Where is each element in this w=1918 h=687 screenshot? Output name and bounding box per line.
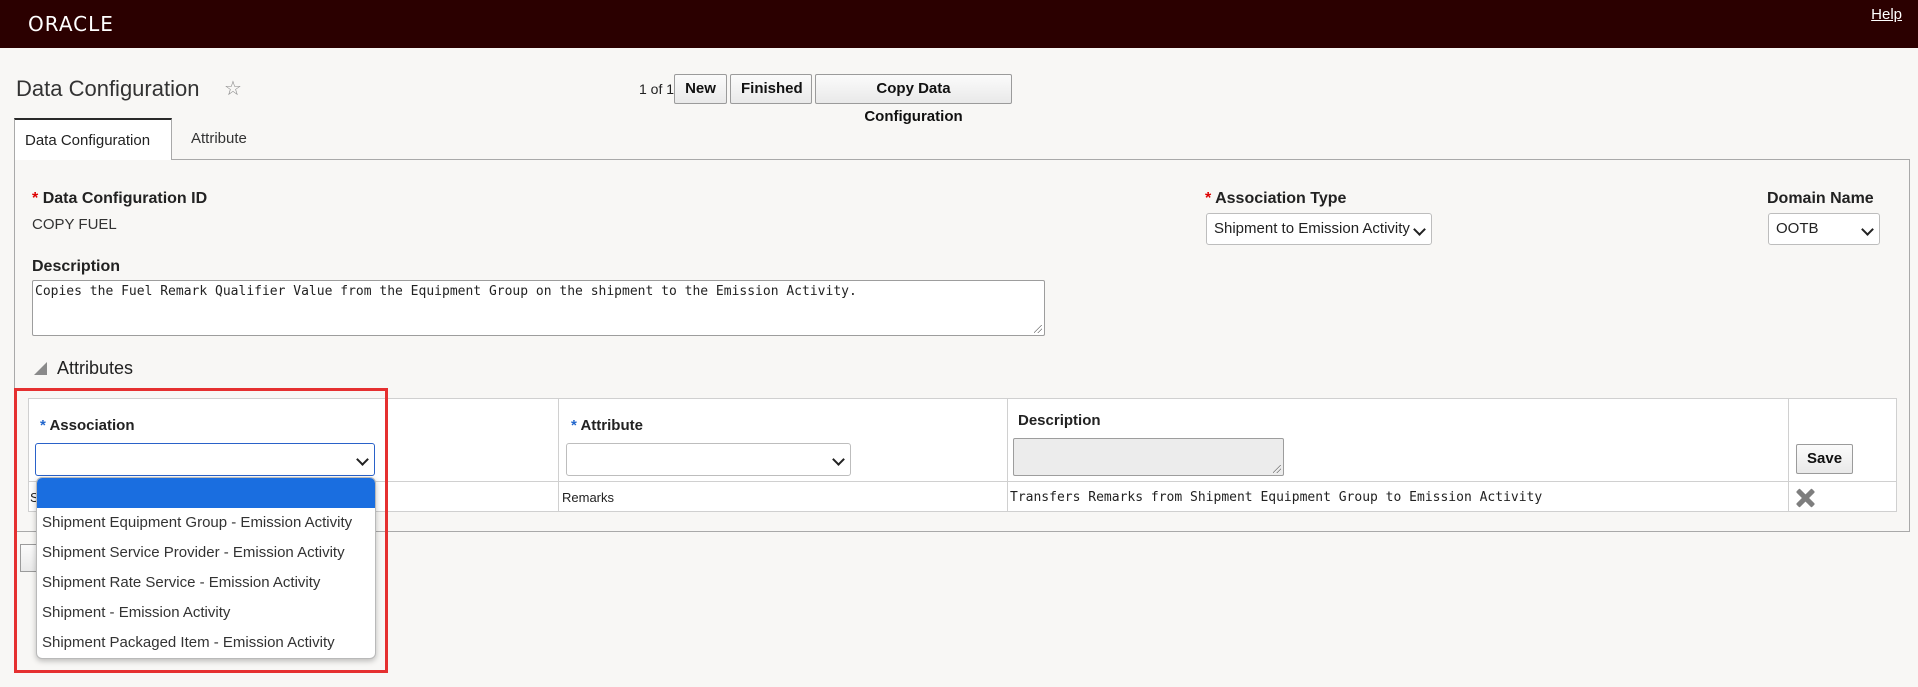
new-button[interactable]: New [674, 74, 727, 104]
finished-button[interactable]: Finished [730, 74, 812, 104]
row-attribute-cell: Remarks [562, 490, 615, 505]
dropdown-option-blank[interactable] [37, 478, 375, 508]
save-button[interactable]: Save [1796, 444, 1853, 474]
help-link[interactable]: Help [1871, 6, 1902, 23]
required-mark: * [32, 190, 39, 207]
description-header: Description [1018, 412, 1101, 429]
association-header: * Association [40, 417, 135, 434]
tab-data-configuration[interactable]: Data Configuration [14, 118, 172, 160]
domain-name-label: Domain Name [1767, 190, 1874, 207]
attribute-header: * Attribute [571, 417, 643, 434]
attribute-select[interactable] [566, 443, 851, 476]
resize-grip-icon[interactable] [1034, 325, 1042, 333]
chevron-down-icon [1861, 223, 1874, 236]
column-divider [1788, 399, 1789, 511]
chevron-down-icon [832, 453, 845, 466]
top-bar: ORACLE Help [0, 0, 1918, 48]
collapse-triangle-icon[interactable] [34, 362, 47, 375]
dropdown-option[interactable]: Shipment Equipment Group - Emission Acti… [37, 508, 375, 538]
association-select[interactable] [35, 443, 375, 476]
tab-attribute-details[interactable]: Attribute Details [181, 118, 257, 189]
dropdown-option[interactable]: Shipment Service Provider - Emission Act… [37, 538, 375, 568]
domain-name-select[interactable]: OOTB [1768, 213, 1880, 245]
resize-grip-icon[interactable] [1273, 465, 1281, 473]
chevron-down-icon [1413, 223, 1426, 236]
dropdown-option[interactable]: Shipment Rate Service - Emission Activit… [37, 568, 375, 598]
association-type-label: * Association Type [1205, 190, 1347, 207]
description-textarea[interactable]: Copies the Fuel Remark Qualifier Value f… [32, 280, 1045, 336]
attribute-description-input[interactable] [1013, 438, 1284, 476]
page-title: Data Configuration [16, 76, 200, 101]
dropdown-option[interactable]: Shipment - Emission Activity [37, 598, 375, 628]
description-label: Description [32, 258, 121, 275]
chevron-down-icon [356, 453, 369, 466]
row-description-cell: Transfers Remarks from Shipment Equipmen… [1010, 490, 1543, 505]
column-divider [558, 399, 559, 511]
association-type-select[interactable]: Shipment to Emission Activity [1206, 213, 1432, 245]
config-id-value: COPY FUEL [32, 216, 117, 233]
dropdown-option[interactable]: Shipment Packaged Item - Emission Activi… [37, 628, 375, 658]
copy-data-configuration-button[interactable]: Copy Data Configuration [815, 74, 1012, 125]
delete-row-icon[interactable] [1793, 487, 1817, 509]
association-dropdown-list: Shipment Equipment Group - Emission Acti… [36, 477, 376, 659]
config-id-label: * Data Configuration ID [32, 190, 208, 207]
attributes-section-title: Attributes [57, 358, 134, 378]
oracle-logo: ORACLE [28, 12, 114, 36]
record-pager: 1 of 1 [639, 81, 675, 97]
required-mark: * [1205, 190, 1212, 207]
favorite-star-icon[interactable]: ☆ [224, 76, 242, 101]
column-divider [1007, 399, 1008, 511]
